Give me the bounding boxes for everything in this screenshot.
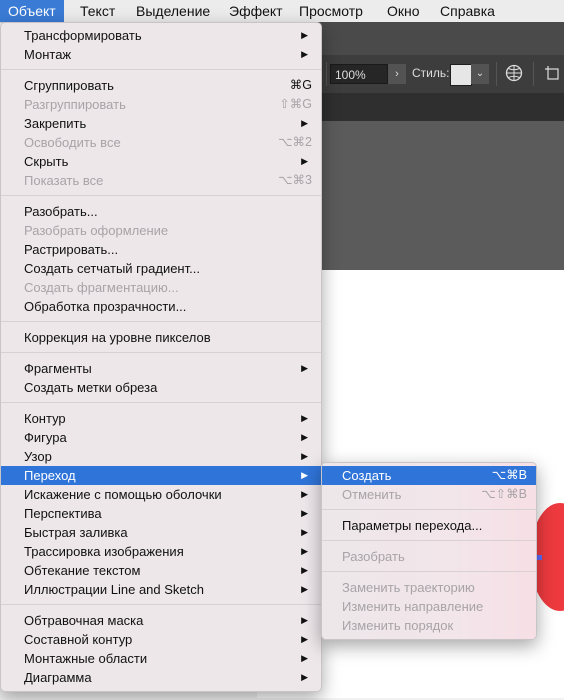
menubar-object[interactable]: Объект xyxy=(0,0,64,22)
menu-item-slice[interactable]: Фрагменты ▶ xyxy=(1,359,321,378)
submenu-item-make-blend[interactable]: Создать ⌥⌘B xyxy=(322,466,536,485)
menubar-window[interactable]: Окно xyxy=(379,0,428,22)
menu-item-rasterize[interactable]: Растрировать... xyxy=(1,240,321,259)
menu-item-perspective[interactable]: Перспектива ▶ xyxy=(1,504,321,523)
submenu-item-expand-blend: Разобрать xyxy=(342,549,405,564)
menu-item-line-and-sketch[interactable]: Иллюстрации Line and Sketch ▶ xyxy=(1,580,321,599)
menu-item-live-paint[interactable]: Быстрая заливка ▶ xyxy=(1,523,321,542)
shortcut-label: ⇧⌘G xyxy=(279,97,312,111)
submenu-item-replace-spine: Заменить траекторию xyxy=(342,580,475,595)
submenu-arrow-icon: ▶ xyxy=(301,584,308,594)
menu-item-arrange[interactable]: Монтаж ▶ xyxy=(1,45,321,64)
shortcut-label: ⌥⌘B xyxy=(491,468,527,482)
menu-item-clipping-mask[interactable]: Обтравочная маска ▶ xyxy=(1,611,321,630)
menu-item-image-trace[interactable]: Трассировка изображения ▶ xyxy=(1,542,321,561)
menu-item-expand[interactable]: Разобрать... xyxy=(1,202,321,221)
document-tab-strip xyxy=(320,93,564,121)
menu-separator xyxy=(322,540,536,541)
submenu-arrow-icon: ▶ xyxy=(301,634,308,644)
submenu-arrow-icon: ▶ xyxy=(301,30,308,40)
shortcut-label: ⌘G xyxy=(289,78,312,92)
submenu-arrow-icon: ▶ xyxy=(301,565,308,575)
submenu-arrow-icon: ▶ xyxy=(301,432,308,442)
toolbar-divider xyxy=(496,62,497,86)
submenu-arrow-icon: ▶ xyxy=(301,653,308,663)
zoom-field[interactable]: 100% xyxy=(330,64,388,84)
toolbar-divider xyxy=(326,62,327,86)
style-label: Стиль: xyxy=(412,66,450,80)
zoom-dropdown-arrow[interactable]: › xyxy=(388,64,406,84)
submenu-arrow-icon: ▶ xyxy=(301,413,308,423)
submenu-arrow-icon: ▶ xyxy=(301,363,308,373)
blend-submenu: Создать ⌥⌘B Отменить ⌥⇧⌘B Параметры перехо… xyxy=(321,462,537,640)
style-swatch[interactable] xyxy=(450,64,472,86)
menu-item-flatten-transparency[interactable]: Обработка прозрачности... xyxy=(1,297,321,316)
document-setup-icon[interactable] xyxy=(545,66,559,80)
menu-item-lock[interactable]: Закрепить ▶ xyxy=(1,114,321,133)
menubar-view[interactable]: Просмотр xyxy=(291,0,371,22)
submenu-arrow-icon: ▶ xyxy=(301,49,308,59)
toolbar-divider xyxy=(533,62,534,86)
menu-item-create-trim-marks[interactable]: Создать метки обреза xyxy=(1,378,321,397)
menubar: Объект Текст Выделение Эффект Просмотр О… xyxy=(0,0,564,23)
menubar-select[interactable]: Выделение xyxy=(128,0,218,22)
recolor-artwork-icon[interactable] xyxy=(505,64,523,82)
menu-separator xyxy=(1,352,321,353)
menu-item-create-object-mosaic: Создать фрагментацию... xyxy=(24,280,179,295)
menu-separator xyxy=(322,509,536,510)
shortcut-label: ⌥⌘3 xyxy=(278,173,312,187)
menu-separator xyxy=(1,69,321,70)
menu-separator xyxy=(1,604,321,605)
menu-item-ungroup: Разгруппировать ⇧⌘G xyxy=(24,97,312,112)
menu-item-pattern[interactable]: Узор ▶ xyxy=(1,447,321,466)
menu-item-blend[interactable]: Переход ▶ xyxy=(1,466,321,485)
shortcut-label: ⌥⌘2 xyxy=(278,135,312,149)
menubar-effect[interactable]: Эффект xyxy=(221,0,291,22)
submenu-arrow-icon: ▶ xyxy=(301,118,308,128)
menu-separator xyxy=(1,402,321,403)
menubar-type[interactable]: Текст xyxy=(72,0,123,22)
menu-item-shape[interactable]: Фигура ▶ xyxy=(1,428,321,447)
menu-item-graph[interactable]: Диаграмма ▶ xyxy=(1,668,321,687)
menu-item-path[interactable]: Контур ▶ xyxy=(1,409,321,428)
submenu-arrow-icon: ▶ xyxy=(301,156,308,166)
menu-separator xyxy=(1,195,321,196)
menu-separator xyxy=(1,321,321,322)
menu-item-group[interactable]: Сгруппировать ⌘G xyxy=(1,76,321,95)
anchor-point[interactable] xyxy=(537,555,542,560)
submenu-item-reverse-spine: Изменить направление xyxy=(342,599,484,614)
menu-item-unlock-all: Освободить все ⌥⌘2 xyxy=(24,135,312,150)
menubar-help[interactable]: Справка xyxy=(432,0,503,22)
submenu-arrow-icon: ▶ xyxy=(301,672,308,682)
submenu-arrow-icon: ▶ xyxy=(301,508,308,518)
menu-item-make-pixel-perfect[interactable]: Коррекция на уровне пикселов xyxy=(1,328,321,347)
submenu-item-reverse-front-to-back: Изменить порядок xyxy=(342,618,454,633)
menu-item-text-wrap[interactable]: Обтекание текстом ▶ xyxy=(1,561,321,580)
submenu-arrow-icon: ▶ xyxy=(301,470,308,480)
menu-item-create-gradient-mesh[interactable]: Создать сетчатый градиент... xyxy=(1,259,321,278)
menu-separator xyxy=(322,571,536,572)
menu-item-expand-appearance: Разобрать оформление xyxy=(24,223,169,238)
menu-item-hide[interactable]: Скрыть ▶ xyxy=(1,152,321,171)
menu-item-envelope-distort[interactable]: Искажение с помощью оболочки ▶ xyxy=(1,485,321,504)
submenu-item-release-blend: Отменить ⌥⇧⌘B xyxy=(342,487,527,502)
submenu-arrow-icon: ▶ xyxy=(301,451,308,461)
submenu-arrow-icon: ▶ xyxy=(301,615,308,625)
menu-item-artboards[interactable]: Монтажные области ▶ xyxy=(1,649,321,668)
submenu-arrow-icon: ▶ xyxy=(301,489,308,499)
menu-item-transform[interactable]: Трансформировать ▶ xyxy=(1,26,321,45)
canvas-pasteboard xyxy=(320,121,564,270)
shortcut-label: ⌥⇧⌘B xyxy=(481,487,527,501)
submenu-arrow-icon: ▶ xyxy=(301,527,308,537)
submenu-arrow-icon: ▶ xyxy=(301,546,308,556)
style-dropdown-arrow[interactable]: ⌄ xyxy=(471,64,489,84)
object-menu: Трансформировать ▶ Монтаж ▶ Сгруппировать ⌘… xyxy=(0,22,322,692)
menu-item-show-all: Показать все ⌥⌘3 xyxy=(24,173,312,188)
menu-item-compound-path[interactable]: Составной контур ▶ xyxy=(1,630,321,649)
submenu-item-blend-options[interactable]: Параметры перехода... xyxy=(322,516,536,535)
